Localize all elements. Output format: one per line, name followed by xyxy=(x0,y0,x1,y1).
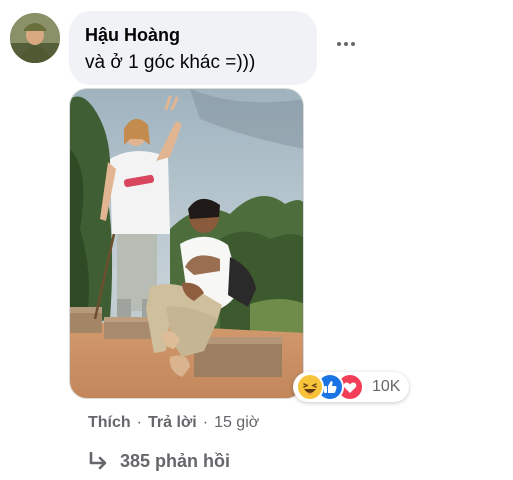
reaction-count: 10K xyxy=(372,378,401,395)
view-replies-button[interactable]: 385 phản hồi xyxy=(88,447,230,475)
reply-arrow-icon xyxy=(89,452,107,470)
comment-author[interactable]: Hậu Hoàng xyxy=(85,23,301,47)
separator: · xyxy=(136,414,142,431)
replies-count-label: 385 phản hồi xyxy=(120,450,231,471)
comment-photo[interactable] xyxy=(69,88,304,399)
avatar[interactable] xyxy=(10,13,60,63)
photo-image xyxy=(70,89,303,398)
comment-bubble: Hậu Hoàng và ở 1 góc khác =))) xyxy=(69,11,317,85)
separator: · xyxy=(202,414,209,431)
haha-reaction-icon xyxy=(296,373,324,401)
reply-button[interactable]: Trả lời xyxy=(148,414,197,432)
reactions-summary[interactable]: 10K xyxy=(293,372,409,402)
avatar-image xyxy=(10,13,60,63)
more-horizontal-icon[interactable] xyxy=(332,36,360,52)
comment-text: và ở 1 góc khác =))) xyxy=(85,52,256,73)
like-button[interactable]: Thích xyxy=(88,414,131,432)
comment-actions: Thích · Trả lời · 15 giờ xyxy=(88,411,259,435)
comment-timestamp[interactable]: 15 giờ xyxy=(214,414,259,432)
